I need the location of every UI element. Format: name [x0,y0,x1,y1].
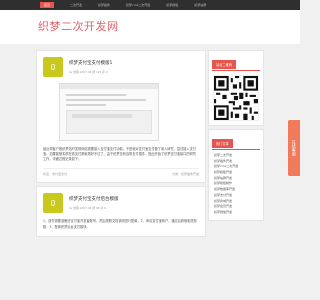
thumbnail-glyph: 0 [50,198,56,208]
post-header: 0 织梦支付宝支付后台模版 by 管理 2017.09 阅 98 评 0 [43,193,199,214]
post-excerpt: 1、首先需要准备好支付宝开发者账号，然后按照文档说明进行配置，2、申请支付宝商户… [43,219,197,229]
screenshot-line [66,94,126,96]
qr-code-icon [213,75,259,121]
nav-item-home[interactable]: 首页 [40,2,55,8]
post-title[interactable]: 织梦支付宝支付模版1 [69,60,112,66]
screenshot-titlebar [60,84,158,89]
online-service-label: 在线客服 [291,140,297,156]
screenshot-line [66,99,146,101]
online-service-button[interactable]: 在线客服 [288,120,300,176]
post-footer: 标签：支付宝支付 分类：织梦插件开发 [43,168,199,176]
site-header: 织梦二次开发网 [0,10,300,44]
post-card: 0 织梦支付宝支付后台模版 by 管理 2017.09 阅 98 评 0 1、首… [36,186,206,237]
post-info: by 管理 2017.09 阅 125 评 0 [69,70,108,74]
post-meta: 织梦支付宝支付模版1 by 管理 2017.09 阅 125 评 0 [69,57,112,74]
post-title[interactable]: 织梦支付宝支付后台模版 [69,196,119,202]
top-nav: 首页 二次开发 织梦插件 织梦cms二次开发 织梦模板 织梦站群 [0,0,300,10]
screenshot-field [72,114,132,118]
thumbnail-glyph: 0 [50,62,56,72]
post-tag[interactable]: 标签：支付宝支付 [43,172,67,176]
nav-item-2[interactable]: 二次开发 [70,3,82,7]
list-item[interactable]: 织梦微信开发 [214,210,258,216]
popular-widget: 热门文章 织梦二次开发 织梦插件开发 织梦cms二次开发 织梦模板开发 织梦站群… [208,129,264,221]
nav-item-6[interactable]: 织梦站群 [194,3,206,7]
post-thumbnail[interactable]: 0 [43,57,63,77]
screenshot-line [66,104,106,106]
popular-list: 织梦二次开发 织梦插件开发 织梦cms二次开发 织梦模板开发 织梦站群开发 织梦… [209,150,263,220]
qr-widget-title: 站点二维码 [212,60,236,69]
post-meta: 织梦支付宝支付后台模版 by 管理 2017.09 阅 98 评 0 [69,193,119,210]
qr-widget: 站点二维码 [208,50,264,126]
qr-wrap [209,71,263,125]
post-list: 0 织梦支付宝支付模版1 by 管理 2017.09 阅 125 评 0 最近帮… [36,50,206,240]
post-excerpt: 最近帮客户做织梦站时发现网站需要接入支付宝支付功能，于是就对支付宝支付做了深入研… [43,147,196,162]
popular-widget-title: 热门文章 [212,139,233,148]
sidebar: 站点二维码 热门文章 织梦二次开发 织梦插件开发 织梦cms二次开发 织梦模板开… [208,50,264,224]
nav-item-5[interactable]: 织梦模板 [166,3,178,7]
nav-item-3[interactable]: 织梦插件 [98,3,110,7]
post-category[interactable]: 分类：织梦插件开发 [172,172,199,176]
post-card: 0 织梦支付宝支付模版1 by 管理 2017.09 阅 125 评 0 最近帮… [36,50,206,184]
post-header: 0 织梦支付宝支付模版1 by 管理 2017.09 阅 125 评 0 [43,57,199,77]
post-info: by 管理 2017.09 阅 98 评 0 [69,206,106,211]
nav-item-4[interactable]: 织梦cms二次开发 [126,3,150,7]
post-thumbnail[interactable]: 0 [43,193,63,214]
post-screenshot [59,83,159,141]
site-logo[interactable]: 织梦二次开发网 [38,18,119,34]
